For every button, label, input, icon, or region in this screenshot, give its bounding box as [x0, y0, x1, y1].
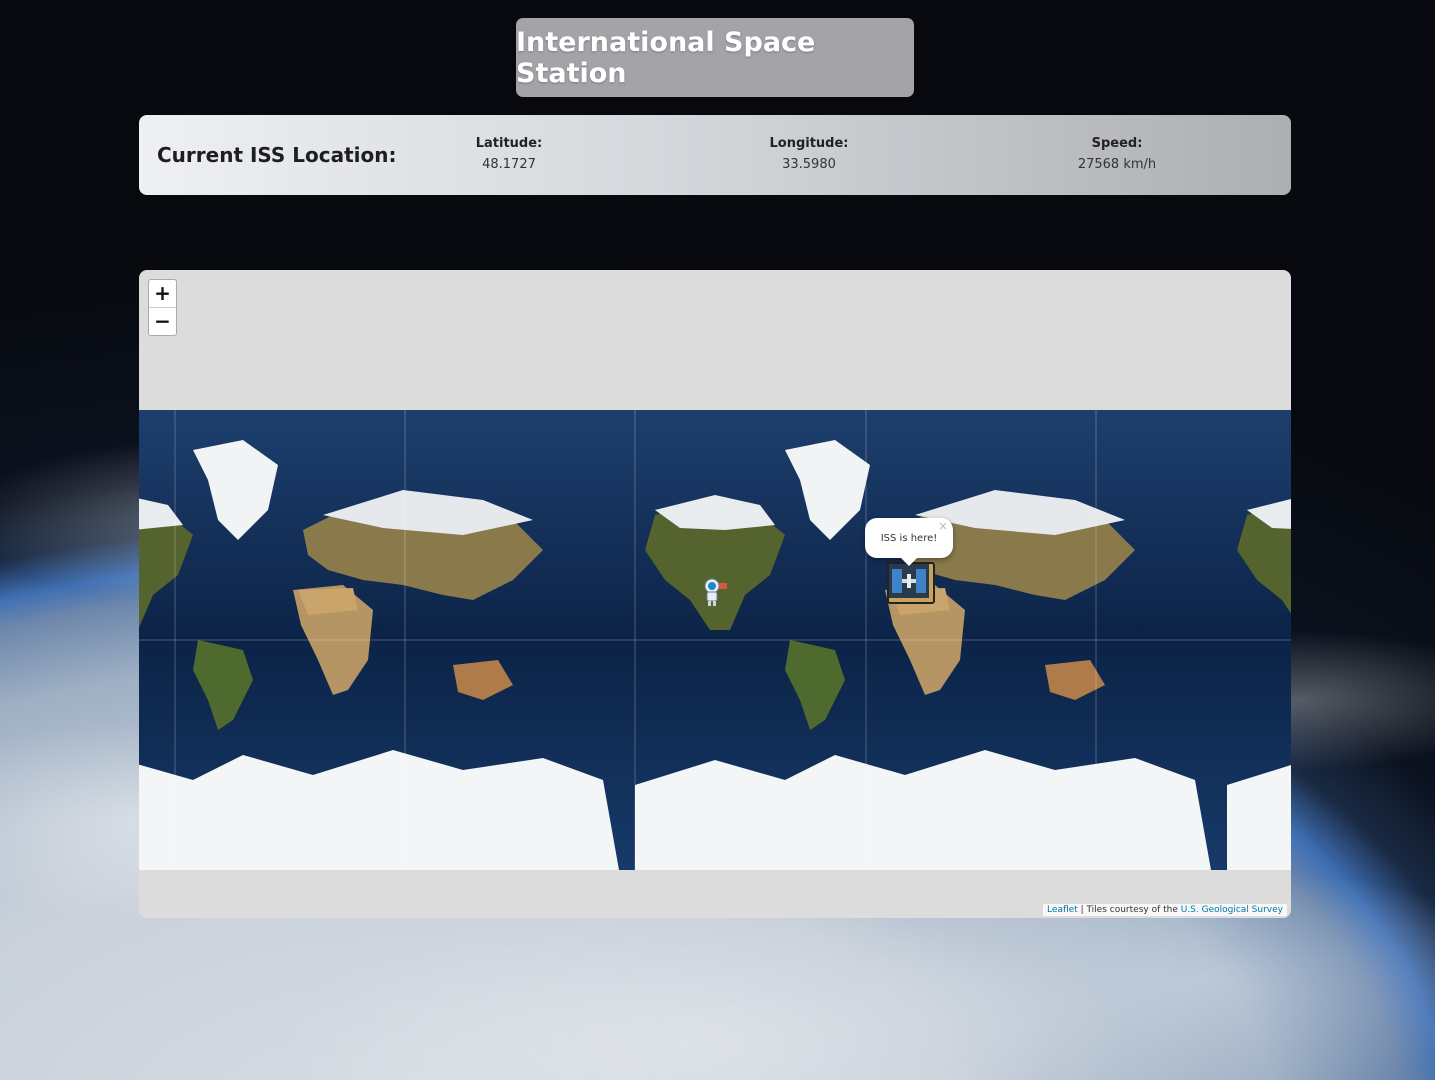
leaflet-link[interactable]: Leaflet — [1047, 905, 1078, 915]
popup-close-icon[interactable]: × — [938, 519, 948, 533]
longitude-stat: Longitude: 33.5980 — [709, 136, 909, 172]
latitude-value: 48.1727 — [482, 157, 536, 172]
speed-stat: Speed: 27568 km/h — [1017, 136, 1217, 172]
zoom-control: + − — [148, 279, 177, 336]
zoom-out-button[interactable]: − — [149, 308, 176, 335]
latitude-label: Latitude: — [475, 136, 543, 151]
page-title: International Space Station — [516, 26, 816, 89]
location-heading: Current ISS Location: — [157, 143, 397, 167]
astronaut-icon[interactable] — [703, 578, 729, 606]
attribution-text: | Tiles courtesy of the — [1077, 905, 1181, 915]
longitude-label: Longitude: — [769, 136, 849, 151]
map-tiles[interactable] — [139, 410, 1291, 870]
longitude-value: 33.5980 — [782, 157, 836, 172]
world-map-tiles — [139, 410, 1291, 870]
speed-label: Speed: — [1091, 136, 1143, 151]
usgs-link[interactable]: U.S. Geological Survey — [1181, 905, 1283, 915]
space-station-icon[interactable] — [887, 562, 935, 604]
zoom-in-button[interactable]: + — [149, 280, 176, 308]
popup-tip — [901, 558, 917, 566]
map-container[interactable]: + − ISS is here! × Leaflet | Tiles court… — [139, 270, 1291, 918]
iss-popup: ISS is here! × — [865, 518, 953, 566]
popup-text: ISS is here! — [880, 532, 938, 544]
speed-value: 27568 km/h — [1077, 157, 1157, 172]
title-box: International Space Station — [516, 18, 914, 97]
iss-location-panel: Current ISS Location: Latitude: 48.1727 … — [139, 115, 1291, 195]
latitude-stat: Latitude: 48.1727 — [409, 136, 609, 172]
map-attribution: Leaflet | Tiles courtesy of the U.S. Geo… — [1043, 904, 1287, 916]
